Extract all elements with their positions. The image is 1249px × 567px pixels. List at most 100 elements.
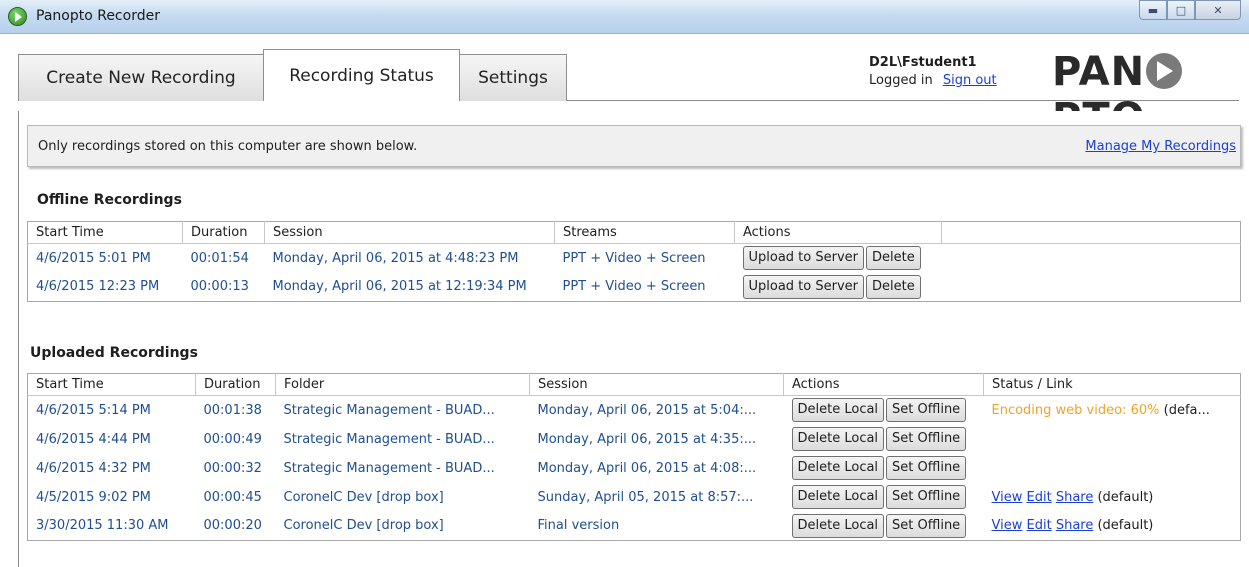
actions-cell: Delete Local Set Offline xyxy=(784,425,984,454)
column-header xyxy=(941,221,1241,244)
default-label: (default) xyxy=(1097,518,1154,534)
folder: Strategic Management - BUAD... xyxy=(283,402,495,418)
manage-my-recordings-link[interactable]: Manage My Recordings xyxy=(1085,139,1236,154)
title-bar: Panopto Recorder ▬ □ ✕ xyxy=(0,0,1249,34)
panopto-play-icon xyxy=(8,7,27,26)
status-cell xyxy=(984,425,1241,454)
edit-link[interactable]: Edit xyxy=(1027,518,1052,533)
view-link[interactable]: View xyxy=(992,490,1023,505)
status-cell: Encoding web video: 60% (defa... xyxy=(984,396,1241,425)
upload-to-server-button[interactable]: Upload to Server xyxy=(742,274,864,299)
folder: Strategic Management - BUAD... xyxy=(283,460,495,476)
logged-in-label: Logged in xyxy=(869,73,933,88)
username: D2L\Fstudent1 xyxy=(869,55,977,70)
edit-link[interactable]: Edit xyxy=(1027,490,1052,505)
share-link[interactable]: Share xyxy=(1056,518,1094,533)
duration: 00:00:49 xyxy=(203,431,262,447)
delete-local-button[interactable]: Delete Local xyxy=(791,398,885,423)
duration: 00:00:13 xyxy=(190,279,249,295)
table-row[interactable]: 4/6/2015 4:32 PM 00:00:32 Strategic Mana… xyxy=(28,454,1241,483)
column-header[interactable]: Start Time xyxy=(27,373,196,396)
session: Monday, April 06, 2015 at 4:08:... xyxy=(537,460,757,476)
actions-cell: Delete Local Set Offline xyxy=(784,483,984,512)
column-header[interactable]: Session xyxy=(264,221,555,244)
delete-local-button[interactable]: Delete Local xyxy=(791,456,885,480)
column-header[interactable]: Duration xyxy=(195,373,276,396)
column-header[interactable]: Actions xyxy=(783,373,984,396)
set-offline-button[interactable]: Set Offline xyxy=(886,456,967,480)
tab-settings[interactable]: Settings xyxy=(459,54,567,101)
session: Monday, April 06, 2015 at 4:48:23 PM xyxy=(272,250,519,266)
delete-local-button[interactable]: Delete Local xyxy=(791,513,885,538)
logo-play-icon xyxy=(1146,53,1183,89)
column-header[interactable]: Actions xyxy=(734,221,942,244)
set-offline-button[interactable]: Set Offline xyxy=(886,485,967,509)
start-time: 4/5/2015 9:02 PM xyxy=(36,489,151,505)
default-label: (default) xyxy=(1097,489,1154,505)
table-header-row: Start Time Duration Folder Session Actio… xyxy=(27,373,1241,396)
start-time: 4/6/2015 5:01 PM xyxy=(36,250,151,266)
window-controls: ▬ □ ✕ xyxy=(1139,0,1241,20)
table-row[interactable]: 4/6/2015 5:14 PM 00:01:38 Strategic Mana… xyxy=(28,396,1241,425)
column-header[interactable]: Streams xyxy=(554,221,735,244)
minimize-icon[interactable]: ▬ xyxy=(1139,0,1167,20)
user-info: D2L\Fstudent1 Logged in Sign out xyxy=(869,54,997,90)
status-cell xyxy=(984,454,1241,483)
column-header[interactable]: Status / Link xyxy=(983,373,1241,396)
share-link[interactable]: Share xyxy=(1056,490,1094,505)
status-suffix: (defa... xyxy=(1163,402,1210,418)
table-row[interactable]: 4/6/2015 4:44 PM 00:00:49 Strategic Mana… xyxy=(28,425,1241,454)
folder: CoronelC Dev [drop box] xyxy=(283,518,444,534)
streams: PPT + Video + Screen xyxy=(562,250,706,266)
start-time: 4/6/2015 12:23 PM xyxy=(36,279,160,295)
delete-local-button[interactable]: Delete Local xyxy=(791,427,885,451)
maximize-icon[interactable]: □ xyxy=(1167,0,1195,20)
logo-text-left: PAN xyxy=(1052,49,1146,95)
window-title: Panopto Recorder xyxy=(36,8,160,24)
delete-button[interactable]: Delete xyxy=(866,274,921,299)
duration: 00:01:38 xyxy=(203,402,262,418)
set-offline-button[interactable]: Set Offline xyxy=(886,513,967,538)
session: Monday, April 06, 2015 at 12:19:34 PM xyxy=(272,279,527,295)
offline-recordings-heading: Offline Recordings xyxy=(37,192,182,208)
start-time: 4/6/2015 4:32 PM xyxy=(36,460,151,476)
sign-out-link[interactable]: Sign out xyxy=(943,73,997,88)
tab-recording-status[interactable]: Recording Status xyxy=(263,49,460,101)
column-header[interactable]: Start Time xyxy=(27,221,183,244)
table-row[interactable]: 4/5/2015 9:02 PM 00:00:45 CoronelC Dev [… xyxy=(28,483,1241,512)
table-row[interactable]: 3/30/2015 11:30 AM 00:00:20 CoronelC Dev… xyxy=(28,512,1241,541)
tab-create-new-recording[interactable]: Create New Recording xyxy=(18,54,264,101)
status-cell: View Edit Share (default) xyxy=(984,483,1241,512)
folder: CoronelC Dev [drop box] xyxy=(283,489,444,505)
column-header[interactable]: Duration xyxy=(182,221,265,244)
duration: 00:00:45 xyxy=(203,489,262,505)
offline-recordings-table: Start Time Duration Session Streams Acti… xyxy=(27,221,1241,302)
start-time: 4/6/2015 5:14 PM xyxy=(36,402,151,418)
session: Monday, April 06, 2015 at 5:04:... xyxy=(537,402,757,418)
duration: 00:01:54 xyxy=(190,250,249,266)
set-offline-button[interactable]: Set Offline xyxy=(886,398,967,423)
set-offline-button[interactable]: Set Offline xyxy=(886,427,967,451)
table-row[interactable]: 4/6/2015 12:23 PM 00:00:13 Monday, April… xyxy=(28,273,1241,302)
streams: PPT + Video + Screen xyxy=(562,279,706,295)
delete-local-button[interactable]: Delete Local xyxy=(791,485,885,509)
view-link[interactable]: View xyxy=(992,518,1023,533)
actions-cell: Upload to Server Delete xyxy=(735,244,942,273)
actions-cell: Delete Local Set Offline xyxy=(784,396,984,425)
table-header-row: Start Time Duration Session Streams Acti… xyxy=(27,221,1241,244)
start-time: 3/30/2015 11:30 AM xyxy=(36,518,169,534)
encoding-status: Encoding web video: 60% xyxy=(991,402,1160,418)
actions-cell: Delete Local Set Offline xyxy=(784,512,984,541)
uploaded-recordings-table: Start Time Duration Folder Session Actio… xyxy=(27,373,1241,541)
folder: Strategic Management - BUAD... xyxy=(283,431,495,447)
session: Sunday, April 05, 2015 at 8:57:... xyxy=(537,489,754,505)
status-cell: View Edit Share (default) xyxy=(984,512,1241,541)
notice-text: Only recordings stored on this computer … xyxy=(38,139,418,154)
column-header[interactable]: Session xyxy=(529,373,784,396)
delete-button[interactable]: Delete xyxy=(866,246,921,271)
close-icon[interactable]: ✕ xyxy=(1195,0,1241,20)
column-header[interactable]: Folder xyxy=(275,373,530,396)
upload-to-server-button[interactable]: Upload to Server xyxy=(742,246,864,271)
session: Monday, April 06, 2015 at 4:35:... xyxy=(537,431,757,447)
table-row[interactable]: 4/6/2015 5:01 PM 00:01:54 Monday, April … xyxy=(28,244,1241,273)
